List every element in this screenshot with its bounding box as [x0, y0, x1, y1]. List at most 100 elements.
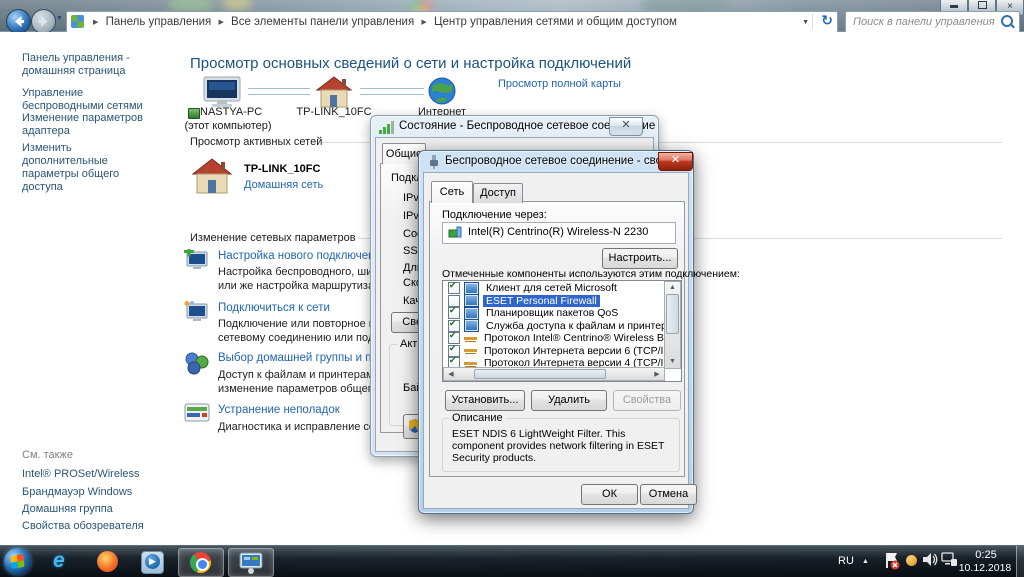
breadcrumb-segment[interactable]: Центр управления сетями и общим доступом — [434, 16, 677, 28]
clock-date[interactable]: 10.12.2018 — [956, 562, 1014, 574]
component-row[interactable]: Клиент для сетей Microsoft — [443, 282, 665, 295]
component-row[interactable]: ESET Personal Firewall — [443, 294, 665, 307]
vertical-scrollbar[interactable]: ▲ ▼ — [664, 281, 681, 369]
new-connection-icon — [184, 249, 208, 269]
chrome-icon-center — [196, 558, 209, 571]
checkbox[interactable] — [448, 282, 460, 295]
tab-network[interactable]: Сеть — [431, 181, 473, 203]
sidebar-item-adapter-settings[interactable]: Изменение параметров адаптера — [22, 112, 158, 138]
map-router-label: TP-LINK_10FC — [296, 106, 372, 118]
search-box[interactable]: Поиск в панели управления — [845, 11, 1020, 33]
sidebar-item-home[interactable]: Панель управления - домашняя страница — [22, 52, 158, 78]
map-pc-sublabel: (этот компьютер) — [184, 120, 272, 132]
checkbox[interactable] — [448, 307, 460, 320]
uninstall-button[interactable]: Удалить — [531, 390, 607, 411]
components-list[interactable]: Клиент для сетей Microsoft ESET Personal… — [442, 280, 682, 382]
component-icon — [464, 336, 477, 340]
network-tab-panel: Подключение через: Intel(R) Centrino(R) … — [429, 201, 740, 477]
breadcrumb-segment[interactable]: Все элементы панели управления — [231, 16, 414, 28]
full-map-link[interactable]: Просмотр полной карты — [498, 78, 621, 90]
configure-button[interactable]: Настроить... — [602, 248, 678, 269]
task-troubleshoot-link[interactable]: Устранение неполадок — [218, 404, 340, 416]
sidebar-item-internet-options[interactable]: Свойства обозревателя — [22, 520, 158, 533]
clock-time[interactable]: 0:25 — [962, 549, 1010, 561]
computer-icon[interactable] — [200, 76, 244, 108]
scrollbar-thumb[interactable] — [666, 294, 679, 334]
address-dropdown-icon[interactable]: ▼ — [802, 19, 809, 26]
component-row[interactable]: Протокол Intel® Centrino® Wireless Bluet… — [443, 332, 665, 345]
checkbox[interactable] — [448, 294, 460, 307]
taskbar-item-ie[interactable]: e — [44, 548, 86, 575]
scroll-down-icon[interactable]: ▼ — [665, 357, 680, 367]
eset-tray-icon[interactable] — [906, 555, 917, 566]
volume-icon[interactable] — [922, 552, 938, 568]
properties-dialog-body: Сеть Доступ Подключение через: Intel(R) … — [423, 172, 740, 509]
network-adapter-icon — [448, 226, 462, 238]
recent-pages-dropdown[interactable]: ▼ — [56, 15, 63, 22]
sidebar-item-homegroup[interactable]: Домашняя группа — [22, 503, 158, 516]
sidebar-item-intel-proset[interactable]: Intel® PROSet/Wireless — [22, 468, 158, 481]
sidebar-item-windows-firewall[interactable]: Брандмауэр Windows — [22, 486, 158, 499]
action-center-flag-icon[interactable] — [884, 552, 900, 570]
page-title: Просмотр основных сведений о сети и наст… — [190, 55, 632, 72]
cancel-button[interactable]: Отмена — [640, 484, 697, 505]
task-connect-link[interactable]: Подключиться к сети — [218, 302, 330, 314]
hidden-icons-button[interactable]: ▲ — [862, 558, 869, 565]
component-label: ESET Personal Firewall — [483, 294, 600, 307]
back-button[interactable] — [6, 9, 31, 34]
breadcrumb-arrow-icon[interactable]: ▶ — [214, 19, 227, 26]
scroll-right-icon[interactable]: ▶ — [652, 370, 662, 380]
horizontal-scrollbar[interactable]: ◀ ▶ — [443, 367, 665, 381]
checkbox[interactable] — [448, 332, 460, 345]
media-player-play-icon: ▶ — [145, 554, 160, 569]
sidebar-item-advanced-sharing[interactable]: Изменить дополнительные параметры общего… — [22, 142, 158, 194]
taskbar-item-wmp[interactable]: ▶ — [132, 548, 174, 575]
scrollbar-thumb[interactable] — [474, 369, 606, 379]
sidebar-item-manage-wireless[interactable]: Управление беспроводными сетями — [22, 87, 158, 113]
search-icon-handle — [1010, 23, 1015, 29]
forward-button[interactable] — [31, 9, 56, 34]
status-close-button[interactable]: ✕ — [609, 117, 643, 136]
connection-via-label: Подключение через: — [442, 209, 547, 221]
install-button[interactable]: Установить... — [445, 390, 525, 411]
components-label: Отмеченные компоненты используются этим … — [442, 268, 740, 280]
properties-close-button[interactable]: ✕ — [658, 152, 693, 171]
breadcrumb-segment[interactable]: Панель управления — [106, 16, 212, 28]
scroll-up-icon[interactable]: ▲ — [665, 283, 680, 293]
globe-icon[interactable] — [428, 77, 456, 105]
network-center-icon — [239, 552, 263, 574]
checkbox[interactable] — [448, 345, 460, 357]
breadcrumb-arrow-icon[interactable]: ▶ — [417, 19, 430, 26]
taskbar-item-chrome[interactable] — [178, 548, 224, 577]
ok-button[interactable]: ОК — [581, 484, 638, 505]
component-icon — [464, 361, 477, 365]
scroll-left-icon[interactable]: ◀ — [446, 370, 456, 380]
taskbar-item-network-center[interactable] — [228, 548, 274, 577]
address-bar[interactable]: ▶ Панель управления ▶ Все элементы панел… — [66, 11, 838, 33]
network-pc-mini-icon — [188, 108, 200, 119]
show-desktop-button[interactable] — [1016, 546, 1024, 577]
active-network-type-link[interactable]: Домашняя сеть — [244, 179, 323, 191]
house-icon[interactable] — [316, 76, 352, 108]
component-properties-button[interactable]: Свойства — [613, 390, 681, 411]
map-link-line — [248, 88, 310, 95]
house-icon[interactable] — [192, 158, 232, 194]
component-icon — [464, 307, 479, 320]
breadcrumb-arrow-icon[interactable]: ▶ — [89, 19, 102, 26]
start-button[interactable] — [4, 548, 31, 575]
troubleshoot-icon — [184, 403, 210, 422]
description-text: ESET NDIS 6 LightWeight Filter. This com… — [452, 428, 665, 464]
component-label: Протокол Интернета версии 6 (TCP/IPv6) — [484, 344, 665, 357]
refresh-icon[interactable]: ↻ — [821, 12, 833, 29]
tab-access[interactable]: Доступ — [473, 183, 523, 203]
properties-dialog[interactable]: Беспроводное сетевое соединение - свойст… — [418, 150, 740, 514]
maximize-icon — [977, 1, 987, 9]
checkbox[interactable] — [448, 320, 460, 332]
component-row[interactable]: Служба доступа к файлам и принтерам сете… — [443, 319, 665, 332]
language-indicator[interactable]: RU — [838, 555, 854, 567]
component-row[interactable]: Планировщик пакетов QoS — [443, 307, 665, 320]
component-icon — [464, 319, 479, 332]
taskbar-item-firefox[interactable] — [88, 548, 130, 575]
section-change-settings: Изменение сетевых параметров — [190, 232, 356, 244]
component-row[interactable]: Протокол Интернета версии 6 (TCP/IPv6) — [443, 345, 665, 358]
